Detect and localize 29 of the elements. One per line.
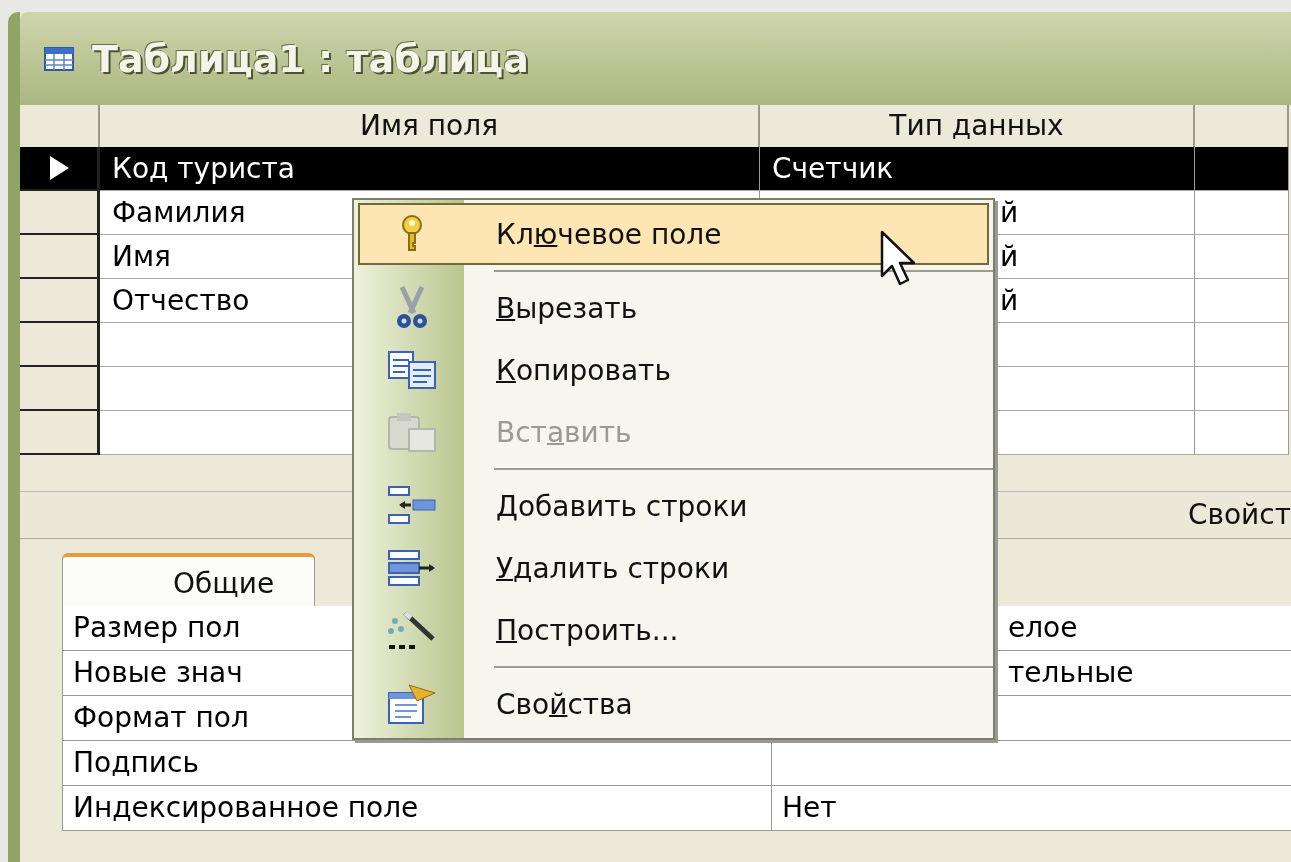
- property-label: Размер пол: [72, 610, 241, 646]
- window-title: Таблица1 : таблица: [92, 36, 529, 81]
- property-value[interactable]: Нет: [771, 786, 1291, 830]
- table-cell: Счетчик: [760, 147, 1195, 191]
- paste-icon: [387, 411, 437, 453]
- current-row-icon: [47, 155, 70, 181]
- row-selector[interactable]: [20, 323, 100, 367]
- row-selector[interactable]: [20, 191, 100, 235]
- menu-item[interactable]: Копировать: [358, 339, 989, 401]
- property-label: Подпись: [72, 745, 199, 781]
- tab[interactable]: Общие: [62, 553, 316, 606]
- row-selector[interactable]: [20, 279, 100, 323]
- property-label: Новые знач: [72, 655, 243, 691]
- menu-item[interactable]: Ключевое поле: [358, 203, 989, 265]
- row-selector[interactable]: [20, 235, 100, 279]
- panel-heading: Свойст: [1187, 498, 1291, 531]
- menu-item[interactable]: Добавить строки: [358, 475, 989, 537]
- row-selector[interactable]: [20, 411, 100, 455]
- table-icon: [44, 46, 74, 71]
- copy-icon: [387, 350, 437, 390]
- properties-icon: [387, 683, 437, 725]
- insert-rows-icon: [387, 485, 437, 527]
- menu-item[interactable]: Удалить строки: [358, 537, 989, 599]
- row-selector[interactable]: [20, 147, 100, 191]
- row-selector[interactable]: [20, 367, 100, 411]
- property-label: Формат пол: [72, 700, 249, 736]
- table-cell: Код туриста: [100, 147, 760, 191]
- property-label: Индексированное поле: [72, 790, 419, 826]
- delete-rows-icon: [387, 547, 437, 589]
